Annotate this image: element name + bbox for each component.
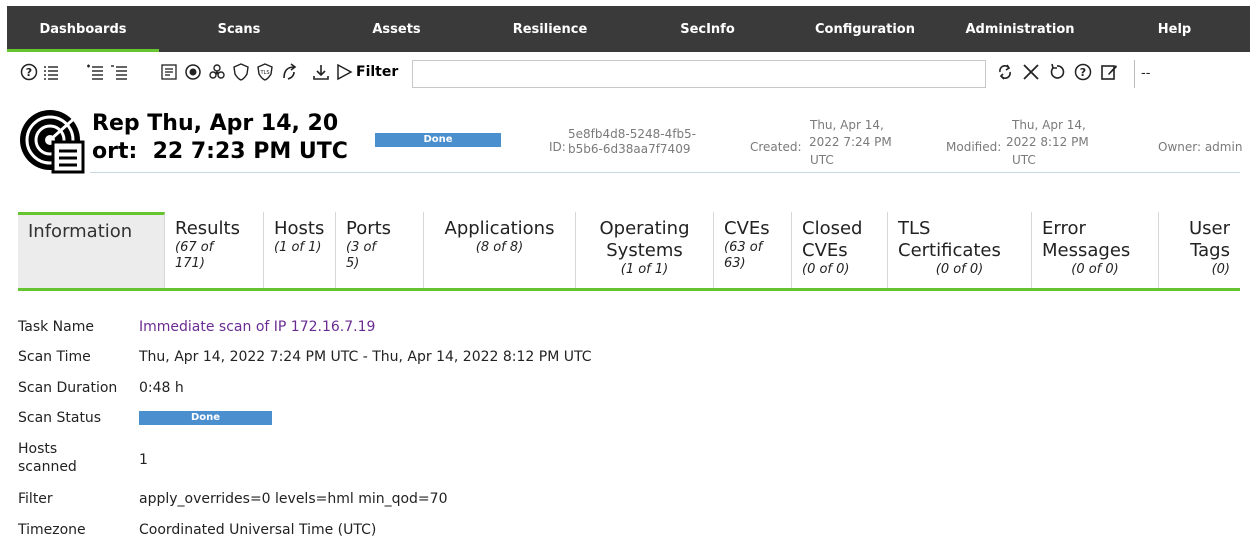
modified-value-line-3: UTC (1012, 153, 1036, 167)
nav-configuration[interactable]: Configuration (789, 6, 941, 52)
tls-shield-icon[interactable]: TLS (254, 60, 276, 84)
filter-row-label: Filter (18, 491, 53, 507)
scan-duration-label: Scan Duration (18, 380, 118, 396)
list-icon[interactable] (40, 60, 62, 84)
filter-input[interactable] (412, 60, 986, 88)
nav-dashboards[interactable]: Dashboards (7, 6, 159, 52)
id-value-line-2: b5b6-6d38aa7f7409 (568, 142, 691, 156)
scan-time-label: Scan Time (18, 349, 91, 365)
task-name-link[interactable]: Immediate scan of IP 172.16.7.19 (139, 318, 375, 336)
help-icon[interactable]: ? (18, 60, 40, 84)
report-title-line-1: Rep Thu, Apr 14, 20 (92, 111, 339, 136)
timezone-label: Timezone (18, 522, 86, 538)
timezone-value: Coordinated Universal Time (UTC) (139, 522, 377, 538)
outdent-icon[interactable] (108, 60, 130, 84)
reset-icon[interactable] (1046, 60, 1068, 84)
tab-error-messages[interactable]: Error Messages (0 of 0) (1032, 212, 1159, 288)
report-status-badge: Done (375, 133, 501, 147)
question-icon[interactable]: ? (1072, 60, 1094, 84)
tab-cves[interactable]: CVEs (63 of 63) (714, 212, 792, 288)
nav-help[interactable]: Help (1099, 6, 1250, 52)
nav-administration[interactable]: Administration (941, 6, 1099, 52)
refresh-icon[interactable] (994, 60, 1016, 84)
tab-tls-certificates[interactable]: TLS Certificates (0 of 0) (888, 212, 1032, 288)
created-value-line-3: UTC (810, 153, 834, 167)
header-divider (90, 172, 1240, 173)
hosts-scanned-label-line-2: scanned (18, 459, 77, 475)
tab-operating-systems[interactable]: Operating Systems (1 of 1) (576, 212, 714, 288)
svg-text:?: ? (1080, 66, 1086, 79)
tab-information[interactable]: Information (18, 212, 165, 288)
filter-label: Filter (356, 64, 399, 80)
nav-resilience[interactable]: Resilience (474, 6, 626, 52)
tab-applications[interactable]: Applications (8 of 8) (424, 212, 576, 288)
report-title-line-2: ort: 22 7:23 PM UTC (92, 139, 348, 164)
filter-row-value: apply_overrides=0 levels=hml min_qod=70 (139, 491, 448, 507)
shield-icon[interactable] (230, 60, 252, 84)
created-value-line-2: 2022 7:24 PM (809, 135, 892, 149)
nav-scans[interactable]: Scans (159, 6, 319, 52)
task-name-label: Task Name (18, 319, 94, 335)
svg-text:TLS: TLS (259, 70, 269, 76)
owner: Owner: admin (1158, 140, 1243, 154)
tab-hosts[interactable]: Hosts (1 of 1) (264, 212, 336, 288)
scan-status-label: Scan Status (18, 410, 102, 426)
bio-hazard-icon[interactable] (206, 60, 228, 84)
nav-assets[interactable]: Assets (319, 6, 474, 52)
hosts-scanned-label-line-1: Hosts (18, 441, 58, 457)
top-nav: Dashboards Scans Assets Resilience SecIn… (7, 6, 1250, 52)
close-icon[interactable] (1020, 60, 1042, 84)
exclude-icon[interactable] (182, 60, 204, 84)
modified-label: Modified: (946, 140, 1002, 154)
modified-value-line-2: 2022 8:12 PM (1006, 135, 1089, 149)
tab-closed-cves[interactable]: Closed CVEs (0 of 0) (792, 212, 888, 288)
filter-list-icon[interactable] (158, 60, 180, 84)
tab-ports[interactable]: Ports (3 of 5) (336, 212, 424, 288)
created-label: Created: (750, 140, 802, 154)
modified-value-line-1: Thu, Apr 14, (1012, 118, 1086, 132)
tab-results[interactable]: Results (67 of 171) (165, 212, 264, 288)
id-label: ID: (549, 140, 566, 154)
arrows-icon[interactable] (278, 60, 300, 84)
edit-icon[interactable] (1098, 60, 1120, 84)
filter-select[interactable]: -- (1134, 60, 1250, 88)
id-value-line-1: 5e8fb4d8-5248-4fb5- (568, 127, 697, 141)
tab-user-tags[interactable]: User Tags (0) (1159, 212, 1240, 288)
nav-secinfo[interactable]: SecInfo (626, 6, 789, 52)
report-icon (17, 104, 87, 174)
report-tabs: Information Results (67 of 171) Hosts (1… (18, 212, 1240, 291)
scan-duration-value: 0:48 h (139, 380, 184, 396)
hosts-scanned-value: 1 (139, 452, 148, 468)
svg-text:?: ? (26, 66, 32, 79)
created-value-line-1: Thu, Apr 14, (810, 118, 884, 132)
scan-status-badge: Done (139, 411, 272, 425)
indent-icon[interactable] (84, 60, 106, 84)
scan-time-value: Thu, Apr 14, 2022 7:24 PM UTC - Thu, Apr… (139, 349, 592, 365)
download-icon[interactable] (310, 60, 332, 84)
play-icon[interactable] (334, 60, 354, 84)
